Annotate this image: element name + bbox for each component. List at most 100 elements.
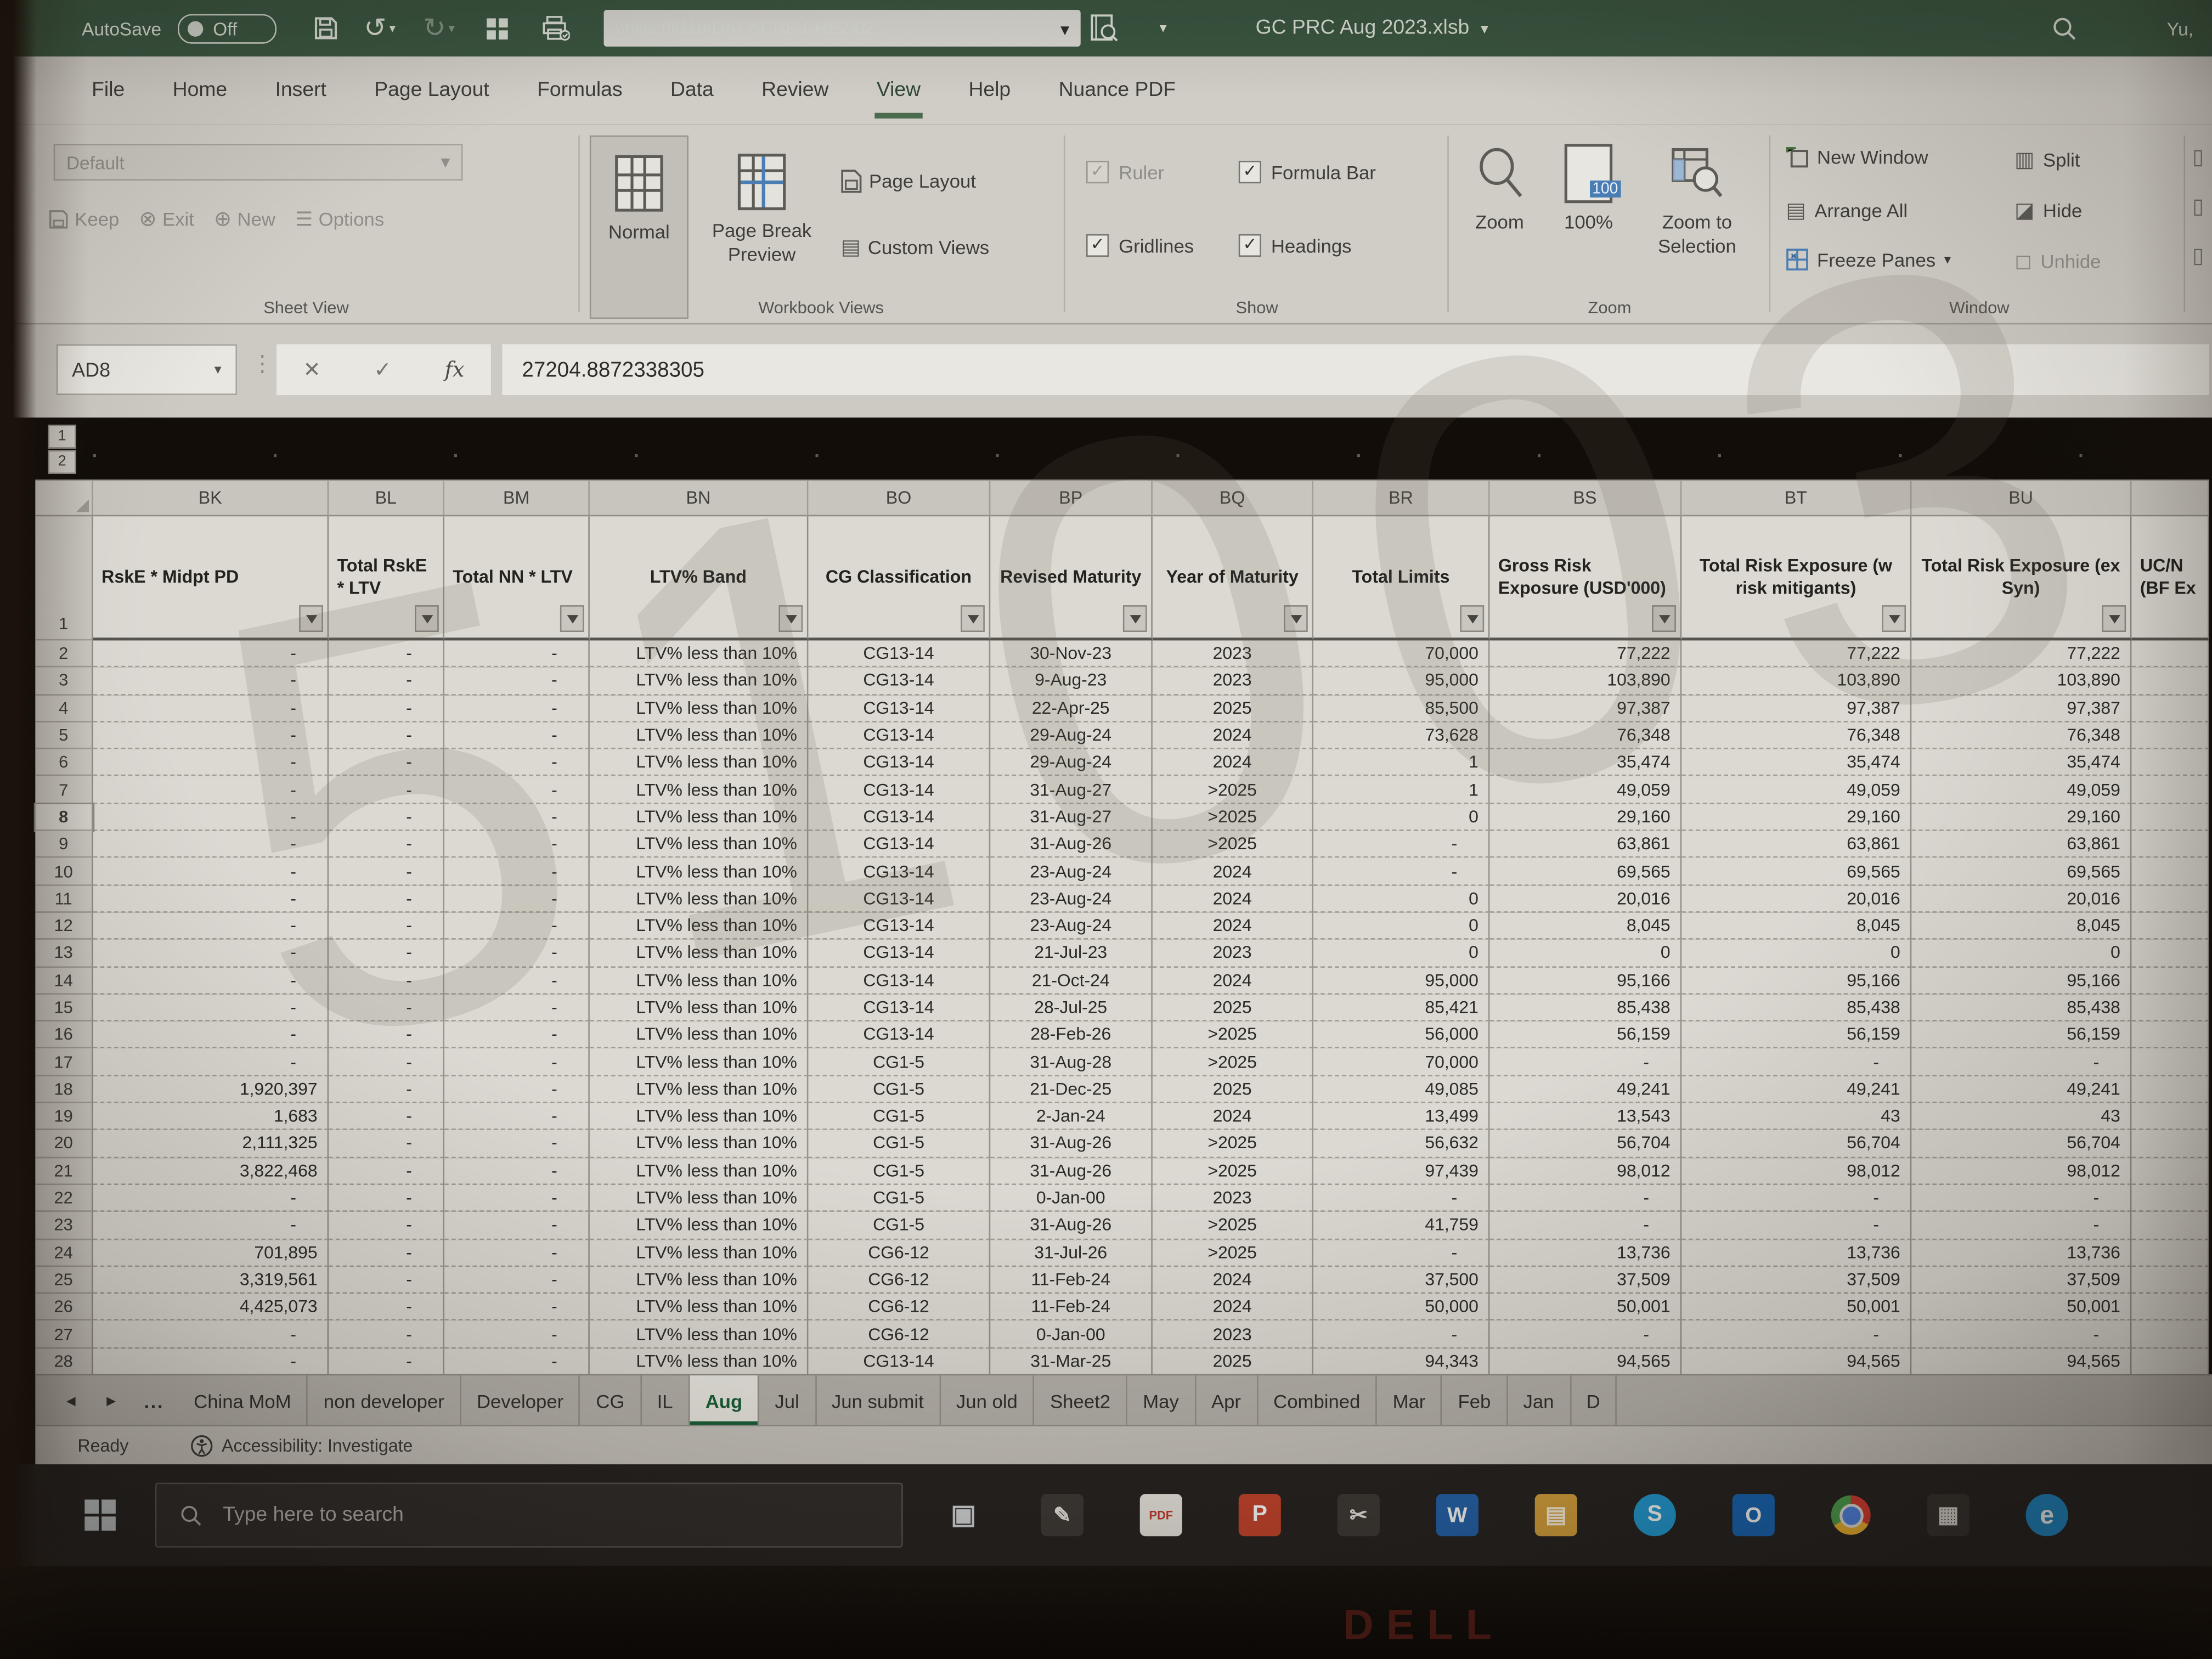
row-header-7[interactable]: 7 [35, 777, 93, 804]
field-header-BU[interactable]: Total Risk Exposure (ex Syn) [1911, 516, 2131, 640]
cell-BR25[interactable]: 37,500 [1313, 1267, 1489, 1294]
cell-BO7[interactable]: CG13-14 [808, 777, 990, 804]
cell-BU2[interactable]: 77,222 [1911, 640, 2131, 668]
keep-button[interactable]: Keep [48, 208, 119, 229]
calculator-icon[interactable]: ▦ [1927, 1494, 1970, 1536]
zoom-button[interactable]: Zoom [1456, 141, 1543, 233]
cell-BR10[interactable]: - [1313, 858, 1489, 885]
cell-BL2[interactable]: - [329, 640, 444, 668]
sheet-tab-combined[interactable]: Combined [1258, 1375, 1377, 1426]
cell-BR27[interactable]: - [1313, 1321, 1489, 1348]
select-all-corner[interactable] [35, 479, 93, 516]
formula-bar-checkbox[interactable]: ✓Formula Bar [1239, 161, 1376, 183]
cell-BS11[interactable]: 20,016 [1489, 885, 1681, 913]
cell-x7[interactable] [2131, 777, 2209, 804]
cell-BS6[interactable]: 35,474 [1489, 749, 1681, 777]
cell-BQ7[interactable]: >2025 [1153, 777, 1313, 804]
chrome-icon[interactable] [1831, 1496, 1871, 1535]
cell-x2[interactable] [2131, 640, 2209, 668]
cell-BM11[interactable]: - [444, 885, 590, 913]
zoom-to-selection-button[interactable]: Zoom toSelection [1637, 141, 1758, 259]
sheet-view-dropdown[interactable]: Default▾ [54, 144, 463, 180]
cell-BL26[interactable]: - [329, 1294, 444, 1321]
word-icon[interactable]: W [1436, 1494, 1479, 1536]
column-header-BS[interactable]: BS [1489, 479, 1681, 516]
cell-BK14[interactable]: - [93, 967, 329, 995]
row-header-15[interactable]: 15 [35, 994, 93, 1022]
cell-BO25[interactable]: CG6-12 [808, 1267, 990, 1294]
cell-BR16[interactable]: 56,000 [1313, 1022, 1489, 1049]
column-header-BM[interactable]: BM [444, 479, 590, 516]
cell-BT14[interactable]: 95,166 [1681, 967, 1911, 995]
cell-BN10[interactable]: LTV% less than 10% [590, 858, 809, 885]
cell-BL12[interactable]: - [329, 913, 444, 940]
cell-BU26[interactable]: 50,001 [1911, 1294, 2131, 1321]
cell-BQ20[interactable]: >2025 [1153, 1131, 1313, 1158]
cell-x28[interactable] [2131, 1348, 2209, 1376]
cell-BQ5[interactable]: 2024 [1153, 722, 1313, 749]
snipping-tool-icon[interactable]: ✂ [1338, 1494, 1380, 1536]
cell-BP26[interactable]: 11-Feb-24 [990, 1294, 1153, 1321]
cell-BK5[interactable]: - [93, 722, 329, 749]
cell-x27[interactable] [2131, 1321, 2209, 1348]
cell-BU5[interactable]: 76,348 [1911, 722, 2131, 749]
cell-BU4[interactable]: 97,387 [1911, 695, 2131, 723]
cell-BL11[interactable]: - [329, 885, 444, 913]
name-box[interactable]: AD8▾ [57, 344, 237, 395]
cell-BQ14[interactable]: 2024 [1153, 967, 1313, 995]
cell-BK12[interactable]: - [93, 913, 329, 940]
sheet-tab-mar[interactable]: Mar [1377, 1375, 1442, 1426]
cell-BN9[interactable]: LTV% less than 10% [590, 831, 809, 859]
sheet-tab-non-developer[interactable]: non developer [308, 1375, 461, 1426]
cell-BQ2[interactable]: 2023 [1153, 640, 1313, 668]
cell-BO27[interactable]: CG6-12 [808, 1321, 990, 1348]
cell-BU23[interactable]: - [1911, 1212, 2131, 1239]
cell-BT11[interactable]: 20,016 [1681, 885, 1911, 913]
cell-BK22[interactable]: - [93, 1185, 329, 1212]
cell-BK13[interactable]: - [93, 940, 329, 967]
cell-BR12[interactable]: 0 [1313, 913, 1489, 940]
cell-BL18[interactable]: - [329, 1076, 444, 1103]
cell-BL5[interactable]: - [329, 722, 444, 749]
sheet-tab-apr[interactable]: Apr [1196, 1375, 1258, 1426]
cell-BS2[interactable]: 77,222 [1489, 640, 1681, 668]
tab-scroll-left-icon[interactable]: ◂ [66, 1390, 76, 1412]
cell-BM27[interactable]: - [444, 1321, 590, 1348]
filter-icon[interactable] [961, 605, 985, 632]
cell-BM25[interactable]: - [444, 1267, 590, 1294]
cell-BM12[interactable]: - [444, 913, 590, 940]
cell-BS17[interactable]: - [1489, 1049, 1681, 1076]
row-header-12[interactable]: 12 [35, 913, 93, 940]
cell-BU27[interactable]: - [1911, 1321, 2131, 1348]
autosave-toggle[interactable]: Off [178, 0, 276, 57]
cell-BN19[interactable]: LTV% less than 10% [590, 1103, 809, 1131]
cell-BP19[interactable]: 2-Jan-24 [990, 1103, 1153, 1131]
cancel-icon[interactable]: ✕ [303, 357, 320, 382]
cell-BK20[interactable]: 2,111,325 [93, 1131, 329, 1158]
row-header-16[interactable]: 16 [35, 1022, 93, 1049]
column-header-BU[interactable]: BU [1911, 479, 2131, 516]
cell-BQ6[interactable]: 2024 [1153, 749, 1313, 777]
cell-BT13[interactable]: 0 [1681, 940, 1911, 967]
borders-grid-icon[interactable] [486, 0, 510, 57]
cell-BQ21[interactable]: >2025 [1153, 1158, 1313, 1185]
cell-BL21[interactable]: - [329, 1158, 444, 1185]
cell-BU6[interactable]: 35,474 [1911, 749, 2131, 777]
row-header-5[interactable]: 5 [35, 722, 93, 749]
cell-BT7[interactable]: 49,059 [1681, 777, 1911, 804]
cell-x20[interactable] [2131, 1131, 2209, 1158]
cell-BM6[interactable]: - [444, 749, 590, 777]
cell-BK26[interactable]: 4,425,073 [93, 1294, 329, 1321]
cell-BO9[interactable]: CG13-14 [808, 831, 990, 859]
cell-BM3[interactable]: - [444, 668, 590, 695]
cell-BP25[interactable]: 11-Feb-24 [990, 1267, 1153, 1294]
cell-BU12[interactable]: 8,045 [1911, 913, 2131, 940]
row-header-24[interactable]: 24 [35, 1239, 93, 1267]
cell-BP28[interactable]: 31-Mar-25 [990, 1348, 1153, 1376]
cell-BT9[interactable]: 63,861 [1681, 831, 1911, 859]
zoom-100-button[interactable]: 100 100% [1546, 141, 1630, 233]
cell-BS25[interactable]: 37,509 [1489, 1267, 1681, 1294]
cell-BP2[interactable]: 30-Nov-23 [990, 640, 1153, 668]
cell-BQ3[interactable]: 2023 [1153, 668, 1313, 695]
normal-view-button[interactable]: Normal [590, 136, 689, 319]
